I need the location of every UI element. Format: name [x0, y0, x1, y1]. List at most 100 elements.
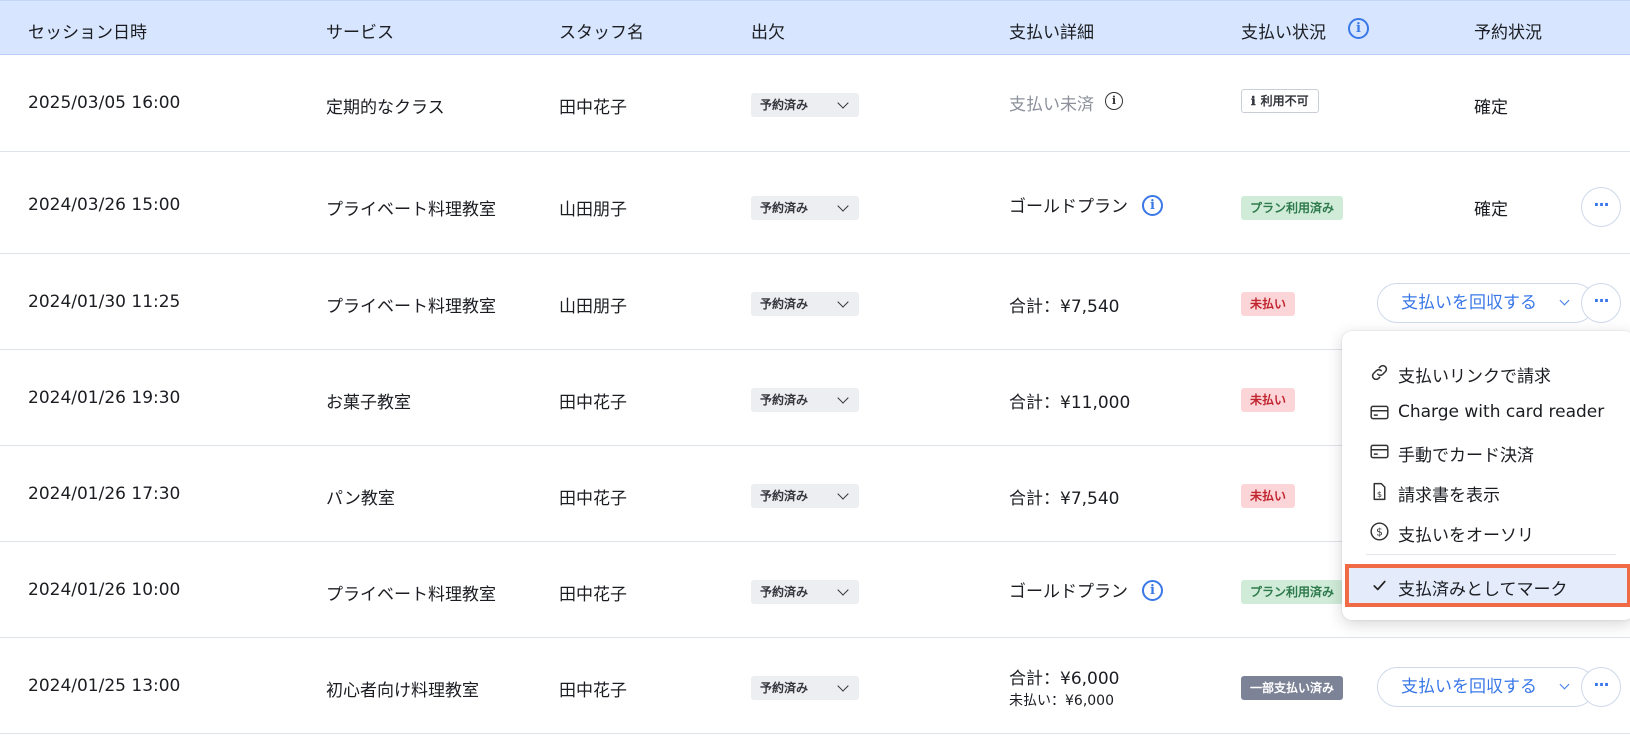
chevron-down-icon	[837, 200, 849, 212]
attendance-value: 予約済み	[760, 681, 809, 695]
attendance-value: 予約済み	[760, 393, 809, 407]
collect-payment-button[interactable]: 支払いを回収する	[1377, 667, 1595, 707]
status-badge: 未払い	[1241, 388, 1296, 412]
attendance-dropdown[interactable]: 予約済み	[751, 580, 859, 604]
more-actions-button[interactable]: ···	[1581, 187, 1621, 227]
svg-text:$: $	[1377, 490, 1382, 499]
attendance-dropdown[interactable]: 予約済み	[751, 93, 859, 117]
info-icon[interactable]: i	[1348, 18, 1369, 39]
menu-item-label: 支払いリンクで請求	[1398, 367, 1551, 387]
collect-payment-menu: 支払いリンクで請求 Charge with card reader 手動でカード…	[1342, 331, 1630, 620]
header-staff: スタッフ名	[559, 23, 644, 43]
attendance-dropdown[interactable]: 予約済み	[751, 292, 859, 316]
service-name: プライベート料理教室	[326, 297, 496, 317]
menu-item-authorize[interactable]: $ 支払いをオーソリ	[1342, 511, 1630, 551]
attendance-value: 予約済み	[760, 98, 809, 112]
session-datetime: 2024/01/25 13:00	[28, 676, 181, 696]
menu-item-view-invoice[interactable]: $ 請求書を表示	[1342, 471, 1630, 511]
attendance-dropdown[interactable]: 予約済み	[751, 484, 859, 508]
chevron-down-icon	[837, 584, 849, 596]
status-badge: プラン利用済み	[1241, 196, 1344, 220]
info-icon[interactable]: i	[1105, 92, 1123, 110]
status-badge: 未払い	[1241, 484, 1296, 508]
chevron-down-icon	[837, 97, 849, 109]
menu-item-label: 支払いをオーソリ	[1398, 526, 1534, 546]
chevron-down-icon	[1559, 679, 1570, 690]
session-datetime: 2024/01/26 17:30	[28, 484, 181, 504]
session-datetime: 2024/03/26 15:00	[28, 195, 181, 215]
attendance-dropdown[interactable]: 予約済み	[751, 388, 859, 412]
staff-name: 田中花子	[559, 98, 627, 118]
card-icon	[1370, 444, 1389, 459]
chevron-down-icon	[837, 296, 849, 308]
session-datetime: 2024/01/30 11:25	[28, 292, 181, 312]
staff-name: 山田朋子	[559, 297, 627, 317]
status-badge: ℹ 利用不可	[1241, 89, 1319, 113]
service-name: 定期的なクラス	[326, 98, 445, 118]
header-service: サービス	[326, 23, 394, 43]
staff-name: 田中花子	[559, 393, 627, 413]
staff-name: 田中花子	[559, 489, 627, 509]
payment-detail: 合計：¥7,540	[1009, 489, 1120, 509]
menu-divider	[1366, 554, 1616, 555]
info-icon[interactable]: i	[1142, 195, 1163, 216]
payment-detail: 合計：¥6,000	[1009, 669, 1120, 689]
dollar-circle-icon: $	[1370, 522, 1389, 541]
menu-item-label: 手動でカード決済	[1398, 446, 1534, 466]
service-name: パン教室	[326, 489, 395, 509]
info-icon: ℹ	[1251, 94, 1256, 108]
session-datetime: 2025/03/05 16:00	[28, 93, 181, 113]
payment-detail-unpaid: 未払い：¥6,000	[1009, 693, 1114, 709]
status-badge: プラン利用済み	[1241, 580, 1344, 604]
chevron-down-icon	[837, 392, 849, 404]
table-row[interactable]: 2025/03/05 16:00 定期的なクラス 田中花子 予約済み 支払い未済…	[0, 55, 1630, 152]
attendance-value: 予約済み	[760, 201, 809, 215]
header-payment-status: 支払い状況	[1241, 23, 1326, 43]
session-datetime: 2024/01/26 19:30	[28, 388, 181, 408]
chevron-down-icon	[837, 488, 849, 500]
invoice-icon: $	[1373, 482, 1386, 501]
more-actions-button[interactable]: ···	[1581, 667, 1621, 707]
menu-item-payment-link[interactable]: 支払いリンクで請求	[1342, 352, 1630, 392]
session-datetime: 2024/01/26 10:00	[28, 580, 181, 600]
header-payment-details: 支払い詳細	[1009, 23, 1094, 43]
attendance-dropdown[interactable]: 予約済み	[751, 676, 859, 700]
menu-item-manual-card[interactable]: 手動でカード決済	[1342, 431, 1630, 471]
table-row[interactable]: 2024/01/25 13:00 初心者向け料理教室 田中花子 予約済み 合計：…	[0, 638, 1630, 734]
check-icon	[1373, 580, 1386, 591]
card-icon	[1370, 405, 1389, 420]
table-header: セッション日時 サービス スタッフ名 出欠 支払い詳細 支払い状況 i 予約状況	[0, 0, 1630, 55]
table-row[interactable]: 2024/03/26 15:00 プライベート料理教室 山田朋子 予約済み ゴー…	[0, 152, 1630, 254]
service-name: プライベート料理教室	[326, 200, 496, 220]
service-name: お菓子教室	[326, 393, 411, 413]
header-attendance: 出欠	[751, 23, 785, 43]
more-actions-button[interactable]: ···	[1581, 283, 1621, 323]
service-name: 初心者向け料理教室	[326, 681, 479, 701]
menu-item-label: Charge with card reader	[1398, 402, 1605, 422]
payment-detail: ゴールドプラン	[1009, 197, 1128, 217]
link-icon	[1371, 364, 1388, 381]
svg-text:$: $	[1376, 526, 1383, 538]
booking-status: 確定	[1474, 200, 1508, 220]
collect-payment-button[interactable]: 支払いを回収する	[1377, 283, 1595, 323]
menu-item-mark-as-paid[interactable]: 支払済みとしてマーク	[1345, 564, 1630, 607]
attendance-value: 予約済み	[760, 297, 809, 311]
booking-status: 確定	[1474, 98, 1508, 118]
menu-item-card-reader[interactable]: Charge with card reader	[1342, 392, 1630, 432]
status-badge: 一部支払い済み	[1241, 676, 1344, 700]
attendance-dropdown[interactable]: 予約済み	[751, 196, 859, 220]
chevron-down-icon	[1559, 295, 1570, 306]
chevron-down-icon	[837, 680, 849, 692]
payment-detail: ゴールドプラン	[1009, 582, 1128, 602]
staff-name: 田中花子	[559, 585, 627, 605]
header-session: セッション日時	[28, 23, 147, 43]
info-icon[interactable]: i	[1142, 580, 1163, 601]
attendance-value: 予約済み	[760, 489, 809, 503]
staff-name: 田中花子	[559, 681, 627, 701]
menu-item-label: 支払済みとしてマーク	[1398, 580, 1568, 600]
attendance-value: 予約済み	[760, 585, 809, 599]
service-name: プライベート料理教室	[326, 585, 496, 605]
payment-detail: 合計：¥11,000	[1009, 393, 1131, 413]
collect-payment-label: 支払いを回収する	[1401, 677, 1537, 697]
status-badge: 未払い	[1241, 292, 1296, 316]
